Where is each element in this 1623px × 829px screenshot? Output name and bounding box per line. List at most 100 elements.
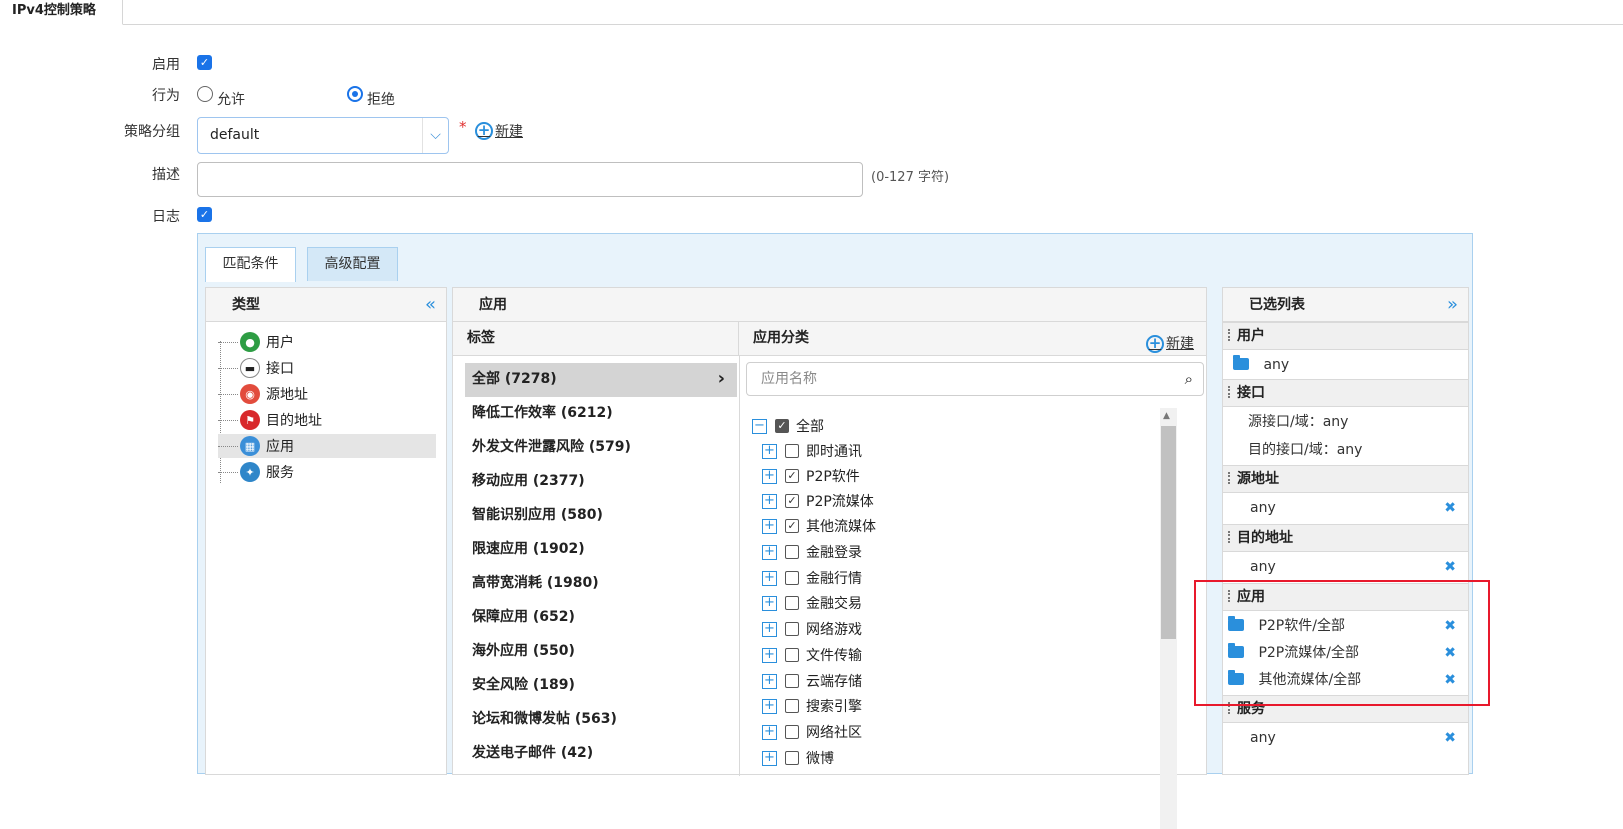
app-search-input[interactable]: 应用名称 ⌕	[746, 362, 1204, 396]
expand-icon[interactable]: +	[762, 468, 777, 484]
group-new-link[interactable]: + 新建	[475, 121, 523, 141]
required-mark: *	[459, 118, 467, 136]
expand-icon[interactable]: +	[762, 493, 777, 509]
expand-icon[interactable]: +	[762, 443, 777, 459]
checkbox-checked[interactable]: ✓	[785, 469, 799, 483]
checkbox[interactable]	[785, 444, 799, 458]
highlight-box	[1194, 580, 1490, 706]
label-item[interactable]: 海外应用 (550)	[465, 635, 737, 669]
category-row[interactable]: + 金融交易	[762, 591, 862, 615]
expand-icon[interactable]: +	[762, 595, 777, 611]
label-item[interactable]: 全部 (7278) ›	[465, 363, 737, 397]
category-pane: 应用名称 ⌕ ▲ − ✓ 全部 + 即时通讯 + ✓ P2P软件 + ✓ P2P…	[740, 288, 1207, 829]
category-row[interactable]: + 金融行情	[762, 566, 862, 590]
category-row[interactable]: + 云端存储	[762, 669, 862, 693]
category-row[interactable]: + 搜索引擎	[762, 694, 862, 718]
expand-icon[interactable]: +	[762, 621, 777, 637]
section-user: 用户	[1223, 322, 1468, 350]
selected-dst-iface-row: 目的接口/域：any	[1248, 442, 1363, 458]
checkbox-checked[interactable]: ✓	[785, 519, 799, 533]
desc-input[interactable]	[197, 162, 863, 197]
category-row[interactable]: + ✓ P2P流媒体	[762, 489, 874, 513]
tree-root-row[interactable]: − ✓ 全部	[752, 414, 824, 438]
label-item[interactable]: 智能识别应用 (580)	[465, 499, 737, 533]
action-allow-label: 允许	[217, 92, 245, 108]
group-new-label: 新建	[495, 124, 523, 140]
checkbox[interactable]	[785, 674, 799, 688]
close-icon[interactable]: ✖	[1444, 494, 1456, 522]
category-row[interactable]: + 微博	[762, 746, 834, 770]
checkbox[interactable]	[785, 596, 799, 610]
category-row[interactable]: + 即时通讯	[762, 439, 862, 463]
checkbox[interactable]	[785, 648, 799, 662]
enable-checkbox[interactable]: ✓	[197, 55, 212, 70]
expand-icon[interactable]: »	[1447, 288, 1458, 322]
expand-icon[interactable]: +	[762, 544, 777, 560]
expand-icon[interactable]: +	[762, 570, 777, 586]
category-row[interactable]: + ✓ 其他流媒体	[762, 514, 876, 538]
page-tab[interactable]: IPv4控制策略	[0, 0, 123, 25]
category-row[interactable]: + 网络社区	[762, 720, 862, 744]
flag-icon: ⚑	[240, 410, 260, 430]
action-allow-radio[interactable]	[197, 86, 213, 102]
group-select-value: default	[210, 127, 260, 143]
label-item[interactable]: 移动应用 (2377)	[465, 465, 737, 499]
selected-src-row: any ✖	[1223, 494, 1468, 522]
label-item[interactable]: 降低工作效率 (6212)	[465, 397, 737, 431]
tab-match-conditions[interactable]: 匹配条件	[205, 247, 296, 282]
label-item[interactable]: 保障应用 (652)	[465, 601, 737, 635]
checkbox[interactable]	[785, 751, 799, 765]
app-grid-icon: ▦	[240, 436, 260, 456]
type-item-application[interactable]: ▦ 应用	[218, 434, 436, 458]
type-item-user[interactable]: ● 用户	[218, 330, 436, 354]
checkbox[interactable]	[785, 622, 799, 636]
label-item[interactable]: 论坛和微博发帖 (563)	[465, 703, 737, 737]
collapse-icon[interactable]: «	[425, 288, 436, 322]
enable-label: 启用	[152, 57, 180, 73]
scrollbar-thumb[interactable]	[1161, 426, 1176, 639]
scroll-up-arrow-icon[interactable]: ▲	[1163, 411, 1170, 421]
close-icon[interactable]: ✖	[1444, 553, 1456, 581]
chevron-down-icon: ⌵	[422, 118, 448, 153]
user-icon: ●	[240, 332, 260, 352]
section-source-address: 源地址	[1223, 465, 1468, 493]
type-column-title: 类型	[232, 297, 260, 313]
label-item[interactable]: 高带宽消耗 (1980)	[465, 567, 737, 601]
desc-hint: (0-127 字符)	[871, 170, 950, 185]
category-row[interactable]: + 金融登录	[762, 540, 862, 564]
label-item[interactable]: 安全风险 (189)	[465, 669, 737, 703]
expand-icon[interactable]: +	[762, 518, 777, 534]
expand-icon[interactable]: +	[762, 750, 777, 766]
checkbox[interactable]	[785, 725, 799, 739]
action-deny-radio[interactable]	[347, 86, 363, 102]
category-row[interactable]: + 文件传输	[762, 643, 862, 667]
checkbox-checked[interactable]: ✓	[785, 494, 799, 508]
category-row[interactable]: + 网络游戏	[762, 617, 862, 641]
scrollbar[interactable]: ▲	[1160, 408, 1177, 829]
checkbox[interactable]	[785, 699, 799, 713]
checkbox[interactable]	[785, 571, 799, 585]
checkbox[interactable]	[785, 545, 799, 559]
category-row[interactable]: + ✓ P2P软件	[762, 464, 860, 488]
expand-icon[interactable]: +	[762, 724, 777, 740]
label-item[interactable]: 发送电子邮件 (42)	[465, 737, 737, 771]
type-item-source-address[interactable]: ◉ 源地址	[218, 382, 436, 406]
selected-src-iface-row: 源接口/域：any	[1248, 414, 1349, 430]
group-select[interactable]: default ⌵	[197, 117, 449, 154]
type-item-dest-address[interactable]: ⚑ 目的地址	[218, 408, 436, 432]
expand-icon[interactable]: +	[762, 647, 777, 663]
type-item-interface[interactable]: ▬ 接口	[218, 356, 436, 380]
tab-advanced[interactable]: 高级配置	[307, 247, 398, 281]
location-pin-icon: ◉	[240, 384, 260, 404]
close-icon[interactable]: ✖	[1444, 724, 1456, 752]
collapse-icon[interactable]: −	[752, 418, 767, 434]
checkbox-checked[interactable]: ✓	[775, 419, 789, 433]
search-icon[interactable]: ⌕	[1185, 363, 1193, 395]
type-item-service[interactable]: ✦ 服务	[218, 460, 436, 484]
label-item[interactable]: 限速应用 (1902)	[465, 533, 737, 567]
label-item[interactable]: 外发文件泄露风险 (579)	[465, 431, 737, 465]
expand-icon[interactable]: +	[762, 673, 777, 689]
expand-icon[interactable]: +	[762, 698, 777, 714]
top-tab-bar: IPv4控制策略	[0, 0, 1623, 25]
log-checkbox[interactable]: ✓	[197, 207, 212, 222]
